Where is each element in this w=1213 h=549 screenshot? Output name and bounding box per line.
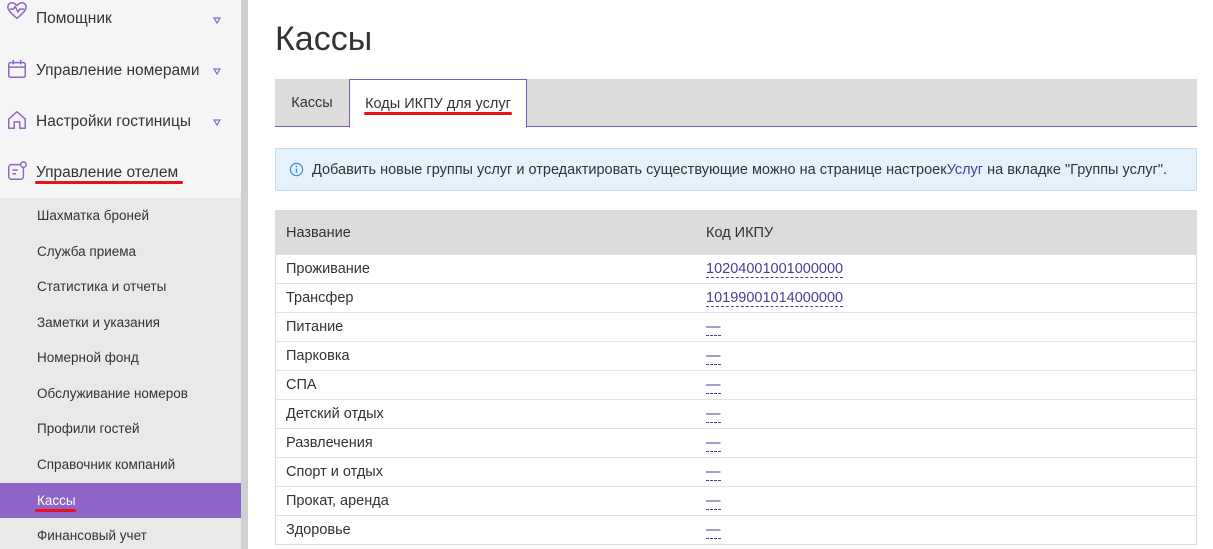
ikpu-code-link[interactable]: — xyxy=(706,406,721,423)
ikpu-code-link[interactable]: — xyxy=(706,319,721,336)
ikpu-code-link[interactable]: — xyxy=(706,377,721,394)
sidebar-subitem[interactable]: Обслуживание номеров xyxy=(0,376,241,411)
annotation-underline xyxy=(35,509,76,512)
info-text: Добавить новые группы услуг и отредактир… xyxy=(312,161,947,178)
table-row: Проживание 10204001001000000 xyxy=(276,254,1196,283)
sidebar-subitem[interactable]: Финансовый учет xyxy=(0,518,241,549)
table-row: Трансфер 10199001014000000 xyxy=(276,283,1196,312)
home-icon xyxy=(8,111,26,129)
annotation-underline xyxy=(35,181,183,184)
ikpu-table: Название Код ИКПУ Проживание 102040010010… xyxy=(275,210,1197,545)
sidebar: Помощник Управление номерами Настройки г… xyxy=(0,0,241,549)
ikpu-code-link[interactable]: — xyxy=(706,348,721,365)
table-row: Развлечения — xyxy=(276,428,1196,457)
ikpu-code-link[interactable]: — xyxy=(706,522,721,539)
heart-pulse-icon xyxy=(7,2,27,20)
service-name: Питание xyxy=(286,319,344,335)
service-name: Прокат, аренда xyxy=(286,493,389,509)
table-row: Питание — xyxy=(276,312,1196,341)
services-link[interactable]: Услуг xyxy=(947,162,984,178)
service-name: Трансфер xyxy=(286,290,354,306)
sidebar-subitem[interactable]: Служба приема xyxy=(0,234,241,269)
column-header-name: Название xyxy=(286,224,351,241)
service-name: Парковка xyxy=(286,348,350,364)
sidebar-subitem-active[interactable]: Кассы xyxy=(0,483,241,518)
service-name: Развлечения xyxy=(286,435,373,451)
ikpu-code-link[interactable]: 10199001014000000 xyxy=(706,290,844,307)
chevron-down-icon[interactable] xyxy=(213,119,221,126)
annotation-underline xyxy=(364,112,512,115)
ikpu-code-link[interactable]: — xyxy=(706,435,721,452)
sidebar-item-assistant[interactable]: Помощник xyxy=(0,0,241,40)
service-name: Спорт и отдых xyxy=(286,464,383,480)
sidebar-subitem[interactable]: Шахматка броней xyxy=(0,198,241,233)
sidebar-subitem[interactable]: Статистика и отчеты xyxy=(0,269,241,304)
tab-cash-registers[interactable]: Кассы xyxy=(275,79,349,127)
sidebar-item-label: Управление номерами xyxy=(36,62,200,79)
tab-ikpu-codes[interactable]: Коды ИКПУ для услуг xyxy=(349,79,527,128)
ikpu-code-link[interactable]: 10204001001000000 xyxy=(706,261,844,278)
hotel-settings-icon xyxy=(8,161,27,180)
sidebar-item-label: Помощник xyxy=(36,10,112,27)
ikpu-code-link[interactable]: — xyxy=(706,464,721,481)
sidebar-subitem[interactable]: Заметки и указания xyxy=(0,305,241,340)
sidebar-item-label: Настройки гостиницы xyxy=(36,113,191,130)
sidebar-item-label: Управление отелем xyxy=(36,164,179,181)
table-row: СПА — xyxy=(276,370,1196,399)
main-content: Кассы Кассы Коды ИКПУ для услуг Добавить… xyxy=(248,0,1213,549)
sidebar-subitem[interactable]: Справочник компаний xyxy=(0,447,241,482)
sidebar-item-hotel-settings[interactable]: Настройки гостиницы xyxy=(0,102,241,142)
info-text: на вкладке "Группы услуг". xyxy=(983,161,1168,178)
service-name: Проживание xyxy=(286,261,370,277)
table-row: Спорт и отдых — xyxy=(276,457,1196,486)
sidebar-item-hotel-management[interactable]: Управление отелем xyxy=(0,153,241,193)
service-name: Здоровье xyxy=(286,522,351,538)
sidebar-scrollbar[interactable] xyxy=(241,0,248,549)
ikpu-code-link[interactable]: — xyxy=(706,493,721,510)
table-row: Здоровье — xyxy=(276,515,1196,544)
info-banner: Добавить новые группы услуг и отредактир… xyxy=(275,148,1197,191)
tab-bar: Кассы Коды ИКПУ для услуг xyxy=(275,79,1197,128)
chevron-down-icon[interactable] xyxy=(213,17,221,24)
calendar-icon xyxy=(8,59,26,78)
service-name: СПА xyxy=(286,377,317,393)
sidebar-subitem[interactable]: Профили гостей xyxy=(0,411,241,446)
table-header: Название Код ИКПУ xyxy=(276,211,1196,254)
sidebar-subitem[interactable]: Номерной фонд xyxy=(0,340,241,375)
sidebar-submenu: Шахматка броней Служба приема Статистика… xyxy=(0,198,241,549)
table-row: Парковка — xyxy=(276,341,1196,370)
table-row: Прокат, аренда — xyxy=(276,486,1196,515)
page-title: Кассы xyxy=(275,20,373,58)
sidebar-item-room-management[interactable]: Управление номерами xyxy=(0,51,241,91)
service-name: Детский отдых xyxy=(286,406,384,422)
info-icon xyxy=(289,162,304,177)
column-header-code: Код ИКПУ xyxy=(706,224,774,241)
table-row: Детский отдых — xyxy=(276,399,1196,428)
chevron-down-icon[interactable] xyxy=(213,68,221,75)
